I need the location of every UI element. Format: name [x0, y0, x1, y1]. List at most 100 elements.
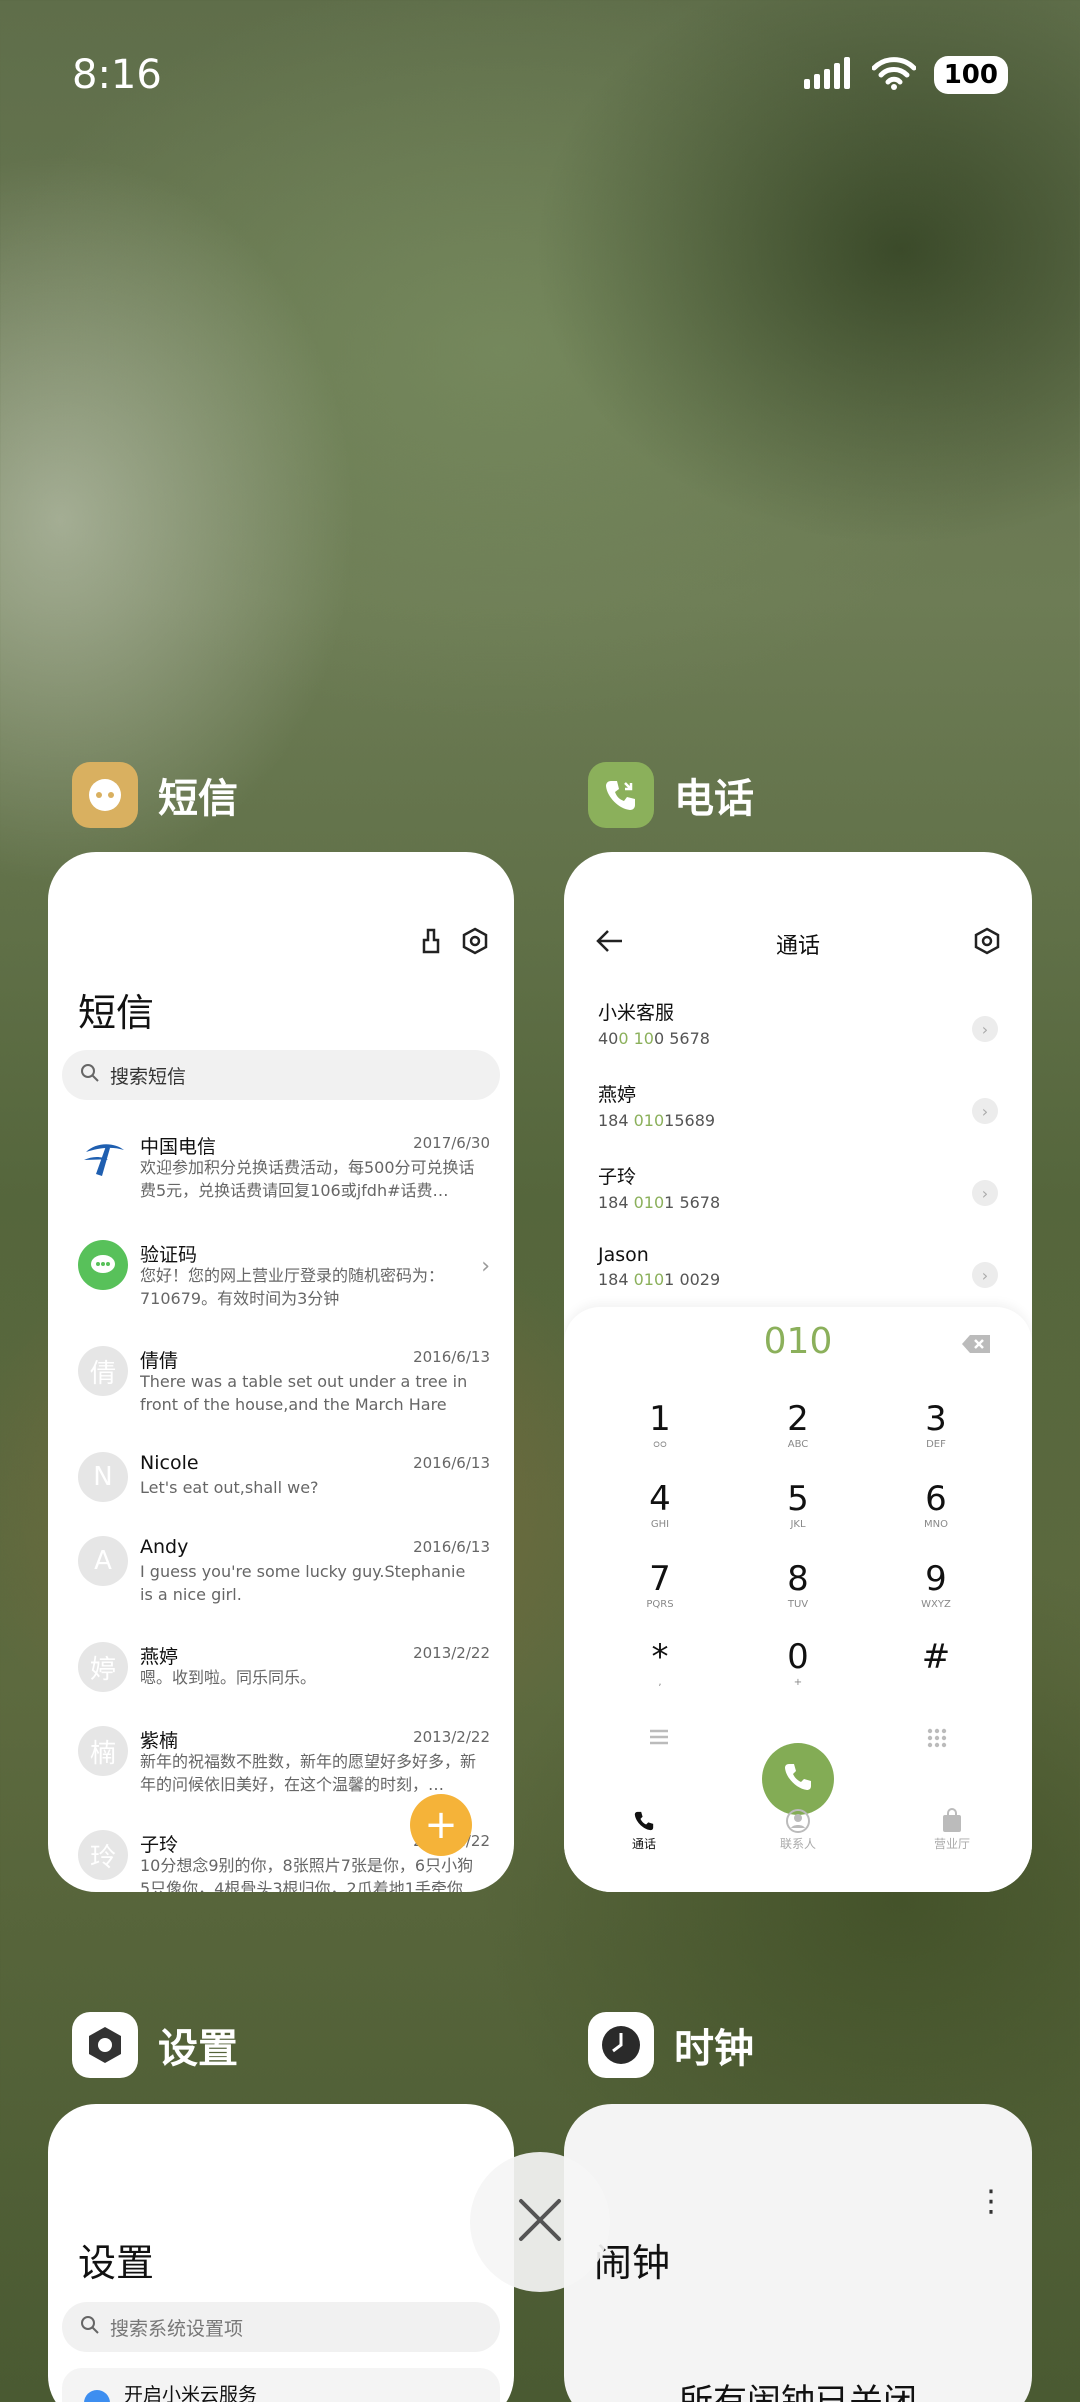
message-preview: 嗯。收到啦。同乐同乐。 — [140, 1668, 317, 1687]
message-item[interactable]: 验证码 › 您好！您的网上营业厅登录的随机密码为：710679。有效时间为3分钟 — [78, 1240, 490, 1330]
sms-app-card[interactable]: 短信 搜索短信 中国电信 2017/6/30 欢迎参加积分兑换话费活动，每500… — [48, 852, 514, 1892]
battery-indicator: 100 — [933, 56, 1008, 94]
call-log-item[interactable]: 子玲 184 0101 5678 › — [598, 1162, 998, 1232]
status-bar: 8:16 100 — [0, 0, 1080, 150]
contact-name: 燕婷 — [598, 1084, 637, 1106]
message-preview: 新年的祝福数不胜数，新年的愿望好多好多，新年的问候依旧美好，在这个温馨的时刻，… — [140, 1752, 477, 1794]
app-header-settings[interactable]: 设置 — [72, 2012, 238, 2078]
message-preview: Let's eat out,shall we? — [140, 1478, 319, 1497]
dial-key-7[interactable]: 7 PQRS — [620, 1559, 700, 1610]
call-button[interactable] — [762, 1743, 834, 1815]
message-item[interactable]: N Nicole 2016/6/13 Let's eat out,shall w… — [78, 1452, 490, 1542]
dial-key-8[interactable]: 8 TUV — [758, 1559, 838, 1610]
telecom-logo-icon — [78, 1132, 128, 1182]
message-sender: Nicole — [140, 1452, 199, 1474]
avatar: 婷 — [78, 1642, 128, 1692]
chevron-right-icon[interactable]: › — [972, 1180, 998, 1206]
clean-brush-icon[interactable] — [416, 926, 446, 960]
settings-search-input[interactable]: 搜索系统设置项 — [62, 2302, 500, 2352]
contact-number: 184 01015689 — [598, 1111, 716, 1130]
wifi-icon — [871, 56, 917, 94]
clear-all-button[interactable] — [470, 2152, 610, 2292]
sms-app-icon — [72, 762, 138, 828]
dial-key-star[interactable]: *, — [620, 1637, 700, 1688]
settings-hex-icon[interactable] — [972, 926, 1002, 960]
message-preview: 10分想念9别的你，8张照片7张是你，6只小狗5只像你，4根骨头3根归你，2爪着… — [140, 1856, 474, 1892]
chat-bubble-icon — [78, 1240, 128, 1290]
dial-key-5[interactable]: 5 JKL — [758, 1479, 838, 1530]
call-log-item[interactable]: Jason 184 0101 0029 › — [598, 1244, 998, 1314]
contact-number: 184 0101 0029 — [598, 1270, 721, 1289]
dial-key-2[interactable]: 2 ABC — [758, 1399, 838, 1450]
search-icon — [80, 2315, 100, 2340]
shopping-bag-icon — [902, 1807, 1002, 1835]
message-item[interactable]: 婷 燕婷 2013/2/22 嗯。收到啦。同乐同乐。 — [78, 1642, 490, 1732]
message-item[interactable]: A Andy 2016/6/13 I guess you're some luc… — [78, 1536, 490, 1626]
message-sender: 验证码 — [140, 1244, 198, 1266]
call-log-item[interactable]: 小米客服 400 100 5678 › — [598, 998, 998, 1068]
app-header-clock[interactable]: 时钟 — [588, 2012, 754, 2078]
message-date: 2013/2/22 — [413, 1728, 490, 1746]
settings-app-card[interactable]: 设置 搜索系统设置项 开启小米云服务 — [48, 2104, 514, 2402]
message-sender: 紫楠 — [140, 1730, 179, 1752]
app-header-sms[interactable]: 短信 — [72, 762, 238, 828]
call-log-item[interactable]: 燕婷 184 01015689 › — [598, 1080, 998, 1150]
phone-app-icon — [588, 762, 654, 828]
app-name-phone: 电话 — [674, 776, 754, 822]
chevron-right-icon[interactable]: › — [972, 1098, 998, 1124]
message-date: 2016/6/13 — [413, 1538, 490, 1556]
sms-search-input[interactable]: 搜索短信 — [62, 1050, 500, 1100]
chevron-right-icon: › — [481, 1254, 490, 1279]
alarm-status: 所有闹钟已关闭 — [679, 2382, 917, 2402]
signal-icon — [803, 57, 854, 93]
app-header-phone[interactable]: 电话 — [588, 762, 754, 828]
backspace-icon[interactable] — [960, 1333, 992, 1359]
keypad-grid-icon[interactable] — [926, 1727, 948, 1753]
dial-key-6[interactable]: 6 MNO — [896, 1479, 976, 1530]
new-message-button[interactable]: + — [410, 1794, 472, 1856]
message-preview: I guess you're some lucky guy.Stephanie … — [140, 1562, 466, 1604]
message-item[interactable]: 中国电信 2017/6/30 欢迎参加积分兑换话费活动，每500分可兑换话费5元… — [78, 1132, 490, 1222]
menu-lines-icon[interactable] — [648, 1727, 670, 1751]
settings-app-icon — [72, 2012, 138, 2078]
dial-key-4[interactable]: 4 GHI — [620, 1479, 700, 1530]
chevron-right-icon[interactable]: › — [972, 1262, 998, 1288]
contact-name: 子玲 — [598, 1166, 637, 1188]
settings-item-cloud[interactable]: 开启小米云服务 — [62, 2368, 500, 2402]
message-sender: 倩倩 — [140, 1350, 179, 1372]
tab-label: 营业厅 — [933, 1837, 970, 1851]
status-icons: 100 — [803, 56, 1008, 94]
tab-service-hall[interactable]: 营业厅 — [902, 1807, 1002, 1852]
message-preview: 欢迎参加积分兑换话费活动，每500分可兑换话费5元，兑换话费请回复106或jfd… — [140, 1158, 475, 1200]
person-icon — [748, 1807, 848, 1835]
tab-label: 联系人 — [779, 1837, 816, 1851]
dial-key-0[interactable]: 0 + — [758, 1637, 838, 1688]
message-preview: 您好！您的网上营业厅登录的随机密码为：710679。有效时间为3分钟 — [140, 1266, 445, 1308]
dial-key-9[interactable]: 9 WXYZ — [896, 1559, 976, 1610]
tab-contacts[interactable]: 联系人 — [748, 1807, 848, 1852]
page-title: 短信 — [78, 991, 155, 1035]
message-date: 2017/6/30 — [413, 1134, 490, 1152]
search-placeholder: 搜索短信 — [110, 1065, 187, 1088]
message-sender: 子玲 — [140, 1834, 179, 1856]
dial-key-3[interactable]: 3 DEF — [896, 1399, 976, 1450]
contact-name: Jason — [598, 1244, 649, 1266]
settings-hex-icon[interactable] — [460, 926, 490, 960]
more-options-icon[interactable]: ⋮ — [976, 2184, 1006, 2219]
tab-calls[interactable]: 通话 — [594, 1807, 694, 1852]
app-name-sms: 短信 — [158, 776, 238, 822]
message-item[interactable]: 倩 倩倩 2016/6/13 There was a table set out… — [78, 1346, 490, 1436]
chevron-right-icon[interactable]: › — [972, 1016, 998, 1042]
message-preview: There was a table set out under a tree i… — [140, 1372, 468, 1414]
clock-app-icon — [588, 2012, 654, 2078]
phone-app-card[interactable]: 通话 小米客服 400 100 5678 › 燕婷 184 01015689 ›… — [564, 852, 1032, 1892]
avatar: 楠 — [78, 1726, 128, 1776]
clock-app-card[interactable]: ⋮ 闹钟 所有闹钟已关闭 — [564, 2104, 1032, 2402]
dial-key-hash[interactable]: # — [896, 1637, 976, 1677]
avatar: 玲 — [78, 1830, 128, 1880]
page-title: 设置 — [78, 2241, 155, 2285]
avatar: N — [78, 1452, 128, 1502]
tab-label: 通话 — [631, 1837, 656, 1851]
close-icon — [517, 2197, 563, 2247]
dial-key-1[interactable]: 1 ᴑᴑ — [620, 1399, 700, 1450]
